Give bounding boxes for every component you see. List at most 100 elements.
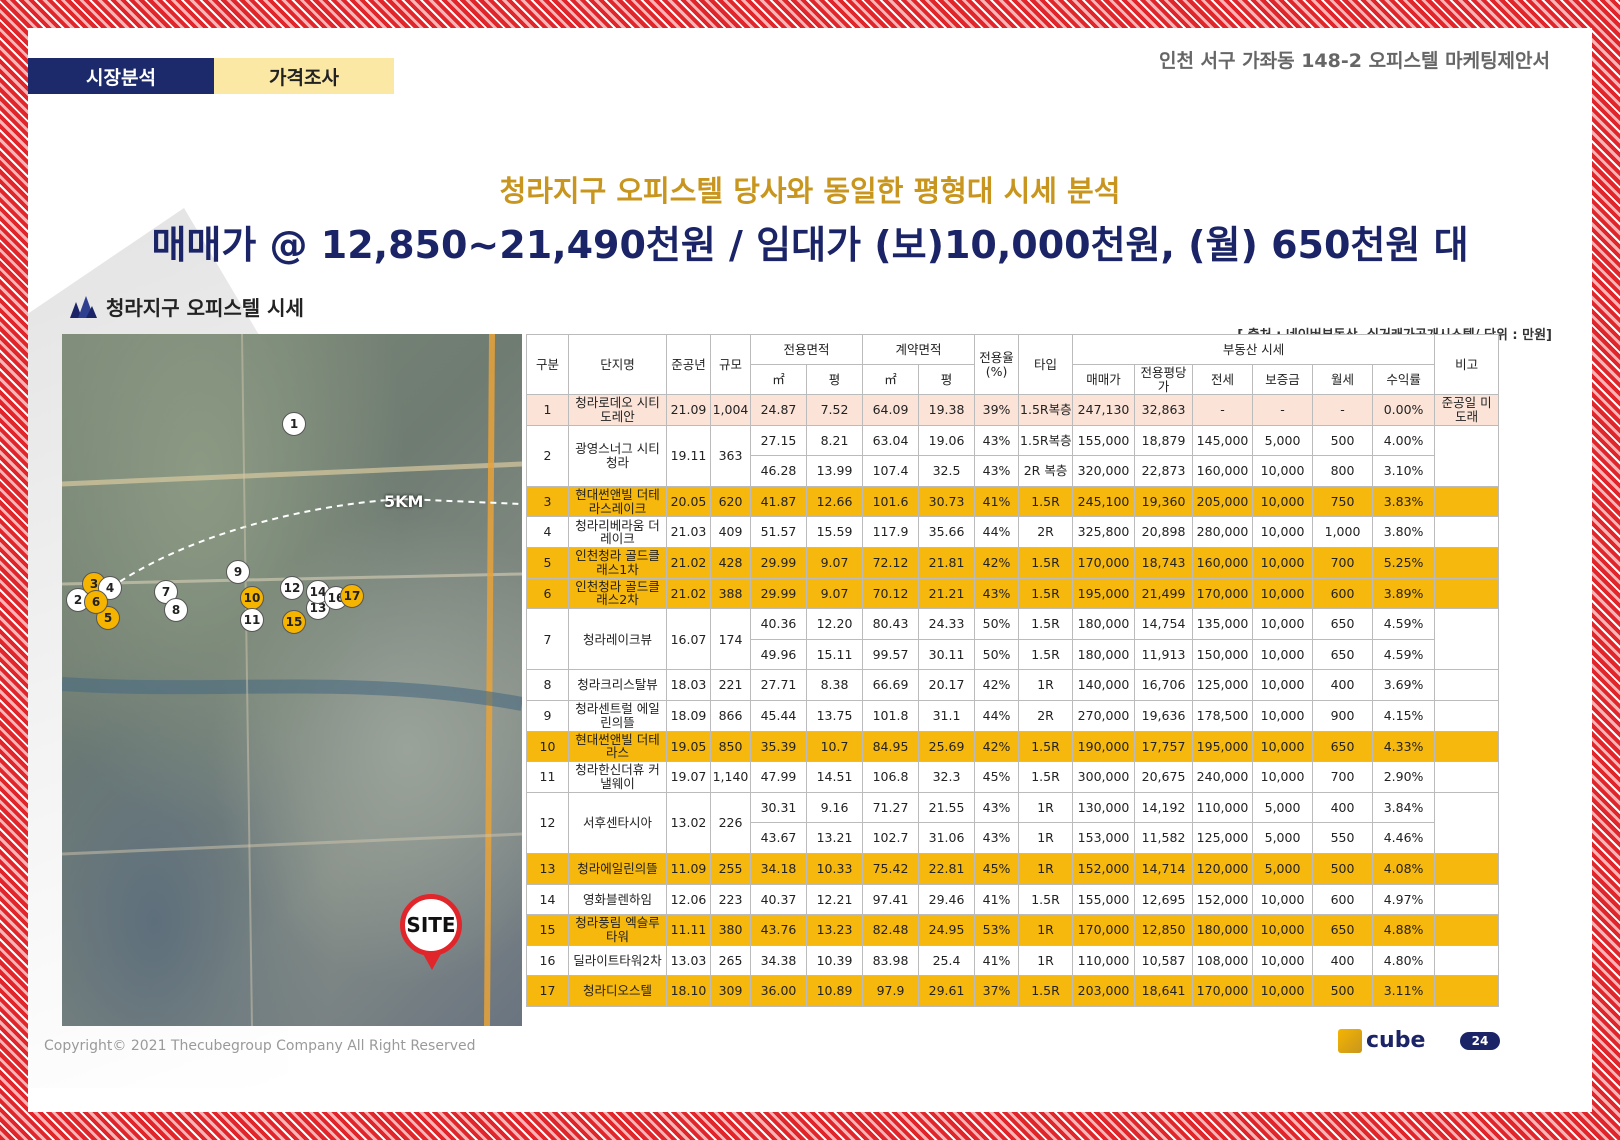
- cell-cpy: 20.17: [918, 669, 976, 701]
- cell-scale: 363: [710, 424, 751, 487]
- cell-ratio: 43%: [974, 791, 1020, 824]
- cell-monthly: 500: [1312, 975, 1374, 1007]
- cell-sqm: 30.31: [750, 791, 807, 824]
- header-ratio: 전용율 (%): [974, 334, 1020, 395]
- map-pin[interactable]: 12: [280, 576, 304, 600]
- building-icon: [70, 295, 97, 318]
- header-name: 단지명: [568, 334, 667, 395]
- cell-jeonse: 125,000: [1192, 669, 1254, 701]
- logo-text: cube: [1366, 1028, 1426, 1053]
- cell-no: 1: [526, 394, 569, 426]
- header-pyeong: 평: [805, 364, 864, 395]
- cell-name: 청라디오스텔: [568, 975, 667, 1007]
- cell-jeonse: 120,000: [1192, 852, 1254, 885]
- cell-note: [1434, 516, 1500, 548]
- cell-ratio: 41%: [974, 944, 1020, 977]
- cell-type: 2R 복층: [1018, 455, 1074, 487]
- satellite-map[interactable]: 1 2 3 4 5 6 7 8 9 10 11 12 13 14 15 16 1…: [62, 334, 522, 1026]
- map-pin[interactable]: 10: [240, 586, 264, 610]
- cell-yield: 3.10%: [1372, 455, 1436, 487]
- cell-ratio: 43%: [974, 822, 1020, 854]
- header-year: 준공년: [666, 334, 711, 395]
- cell-type: 1.5R: [1018, 485, 1074, 518]
- cell-scale: 226: [710, 791, 751, 854]
- cell-sale: 195,000: [1072, 577, 1136, 610]
- cell-jeonse: 160,000: [1192, 546, 1254, 579]
- cell-note: [1434, 577, 1500, 610]
- cell-yield: 4.00%: [1372, 424, 1436, 457]
- cell-note: [1434, 424, 1500, 487]
- cell-year: 19.05: [666, 730, 711, 763]
- cell-note: [1434, 669, 1500, 701]
- document-title: 인천 서구 가좌동 148-2 오피스텔 마케팅제안서: [1158, 50, 1550, 72]
- cell-deposit: 10,000: [1252, 975, 1314, 1007]
- cell-monthly: 800: [1312, 455, 1374, 487]
- cell-deposit: 10,000: [1252, 730, 1314, 763]
- section-title: 청라지구 오피스텔 시세: [68, 292, 304, 321]
- cell-jeonse: 178,500: [1192, 699, 1254, 732]
- cell-py: 13.99: [805, 455, 864, 487]
- cell-py: 12.66: [805, 485, 864, 518]
- map-pin[interactable]: 6: [84, 590, 108, 614]
- cell-monthly: 600: [1312, 577, 1374, 610]
- site-marker[interactable]: SITE: [400, 894, 462, 956]
- header-area-contract: 계약면적: [862, 334, 976, 365]
- tab-price-survey[interactable]: 가격조사: [214, 58, 394, 94]
- cell-no: 10: [526, 730, 569, 763]
- map-pin[interactable]: 17: [340, 584, 364, 608]
- table-row: 16 딜라이트타워2차 13.03 265 34.38 10.39 83.98 25.4 41%…: [526, 944, 1500, 977]
- cell-ratio: 44%: [974, 699, 1020, 732]
- cell-csqm: 117.9: [862, 516, 920, 548]
- cell-no: 7: [526, 608, 569, 671]
- table-row: 9 청라센트럴 에일린의뜰 18.09 866 45.44 13.75 101.8 31.1 4…: [526, 699, 1500, 732]
- cell-name: 인천청라 골드클래스1차: [568, 546, 667, 579]
- cell-note: 준공일 미도래: [1434, 394, 1500, 426]
- map-pin[interactable]: 1: [282, 412, 306, 436]
- cell-type: 1R: [1018, 791, 1074, 824]
- map-pin[interactable]: 15: [282, 610, 306, 634]
- cell-note: [1434, 914, 1500, 946]
- cell-sale: 140,000: [1072, 669, 1136, 701]
- cell-type: 1.5R: [1018, 608, 1074, 640]
- table-row: 2 광영스너그 시티청라 19.11 363 27.15 8.21 63.04 19.06 43…: [526, 424, 1500, 487]
- cell-name: 청라센트럴 에일린의뜰: [568, 699, 667, 732]
- cell-unit: 11,582: [1134, 822, 1194, 854]
- cell-deposit: 10,000: [1252, 516, 1314, 548]
- cell-year: 18.10: [666, 975, 711, 1007]
- cell-sale: 320,000: [1072, 455, 1136, 487]
- header-deposit: 보증금: [1252, 364, 1314, 395]
- cell-scale: 428: [710, 546, 751, 579]
- cell-sqm: 43.76: [750, 914, 807, 946]
- cell-note: [1434, 852, 1500, 885]
- cell-py: 7.52: [805, 394, 864, 426]
- cell-jeonse: 170,000: [1192, 975, 1254, 1007]
- map-pin[interactable]: 11: [240, 608, 264, 632]
- tab-market-analysis[interactable]: 시장분석: [28, 58, 214, 94]
- cell-csqm: 84.95: [862, 730, 920, 763]
- header-scale: 규모: [710, 334, 751, 395]
- cell-deposit: 5,000: [1252, 791, 1314, 824]
- cell-jeonse: 280,000: [1192, 516, 1254, 548]
- cell-monthly: 700: [1312, 761, 1374, 793]
- cell-ratio: 45%: [974, 852, 1020, 885]
- cell-scale: 1,140: [710, 761, 751, 793]
- table-row: 17 청라디오스텔 18.10 309 36.00 10.89 97.9 29.61 37% 1.…: [526, 975, 1500, 1007]
- cell-unit: 12,695: [1134, 883, 1194, 916]
- cell-jeonse: 152,000: [1192, 883, 1254, 916]
- cell-scale: 388: [710, 577, 751, 610]
- cube-logo-icon: [1338, 1028, 1362, 1053]
- cell-unit: 18,641: [1134, 975, 1194, 1007]
- cell-sale: 110,000: [1072, 944, 1136, 977]
- cell-deposit: 10,000: [1252, 608, 1314, 640]
- cell-jeonse: 125,000: [1192, 822, 1254, 854]
- cell-cpy: 22.81: [918, 852, 976, 885]
- cell-ratio: 42%: [974, 546, 1020, 579]
- cell-scale: 1,004: [710, 394, 751, 426]
- cell-unit: 16,706: [1134, 669, 1194, 701]
- map-pin[interactable]: 8: [164, 598, 188, 622]
- cell-name: 현대썬앤빌 더테라스레이크: [568, 485, 667, 518]
- cell-cpy: 21.81: [918, 546, 976, 579]
- cell-yield: 3.89%: [1372, 577, 1436, 610]
- cell-note: [1434, 730, 1500, 763]
- map-pin[interactable]: 9: [226, 560, 250, 584]
